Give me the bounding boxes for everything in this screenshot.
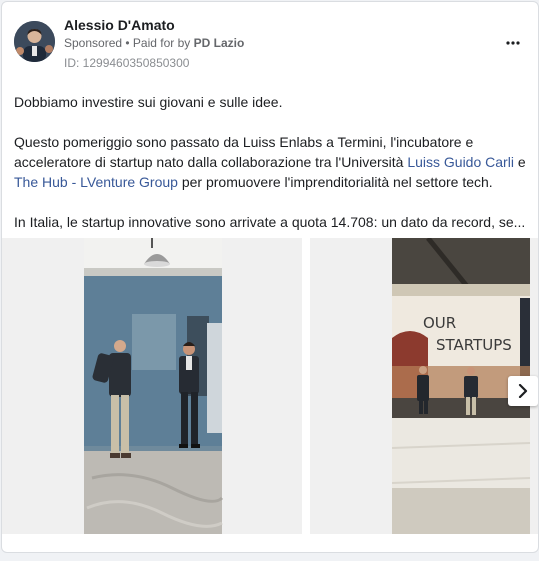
carousel-next-button[interactable] xyxy=(508,376,538,406)
sponsored-label: Sponsored xyxy=(64,36,123,50)
image-carousel[interactable]: OUR STARTUPS xyxy=(2,238,538,534)
post-line-1: Dobbiamo investire sui giovani e sulle i… xyxy=(14,94,283,110)
luiss-link[interactable]: Luiss Guido Carli xyxy=(407,154,514,170)
post-paragraph-2: Questo pomeriggio sono passato da Luiss … xyxy=(14,132,529,192)
more-options-button[interactable] xyxy=(506,32,520,46)
more-horizontal-icon xyxy=(506,41,520,45)
paragraph-2-mid: e xyxy=(513,154,526,170)
paragraph-2-end: per promuovere l'imprenditorialità nel s… xyxy=(177,174,493,190)
carousel-slide-2[interactable]: OUR STARTUPS xyxy=(310,238,538,534)
paid-for-prefix: • Paid for by xyxy=(125,36,191,50)
the-hub-link[interactable]: The Hub - LVenture Group xyxy=(14,174,178,190)
wall-text-line-1: OUR xyxy=(423,314,456,332)
carousel-slide-1[interactable] xyxy=(2,238,302,534)
photo-our-startups: OUR STARTUPS xyxy=(310,238,538,534)
sponsored-line: Sponsored • Paid for by PD Lazio xyxy=(64,36,244,50)
photo-office-two-men xyxy=(2,238,302,534)
chevron-right-icon xyxy=(518,384,528,398)
avatar[interactable] xyxy=(14,21,55,62)
ad-post-card: Alessio D'Amato Sponsored • Paid for by … xyxy=(1,1,539,553)
ad-id: ID: 1299460350850300 xyxy=(64,56,190,70)
paid-by-link[interactable]: PD Lazio xyxy=(194,36,245,50)
post-body: Dobbiamo investire sui giovani e sulle i… xyxy=(14,92,529,232)
post-paragraph-3: In Italia, le startup innovative sono ar… xyxy=(14,214,526,230)
author-name[interactable]: Alessio D'Amato xyxy=(64,17,175,33)
paragraph-2-start: Questo pomeriggio sono passato da Luiss … xyxy=(14,134,474,170)
wall-text-line-2: STARTUPS xyxy=(436,336,512,354)
